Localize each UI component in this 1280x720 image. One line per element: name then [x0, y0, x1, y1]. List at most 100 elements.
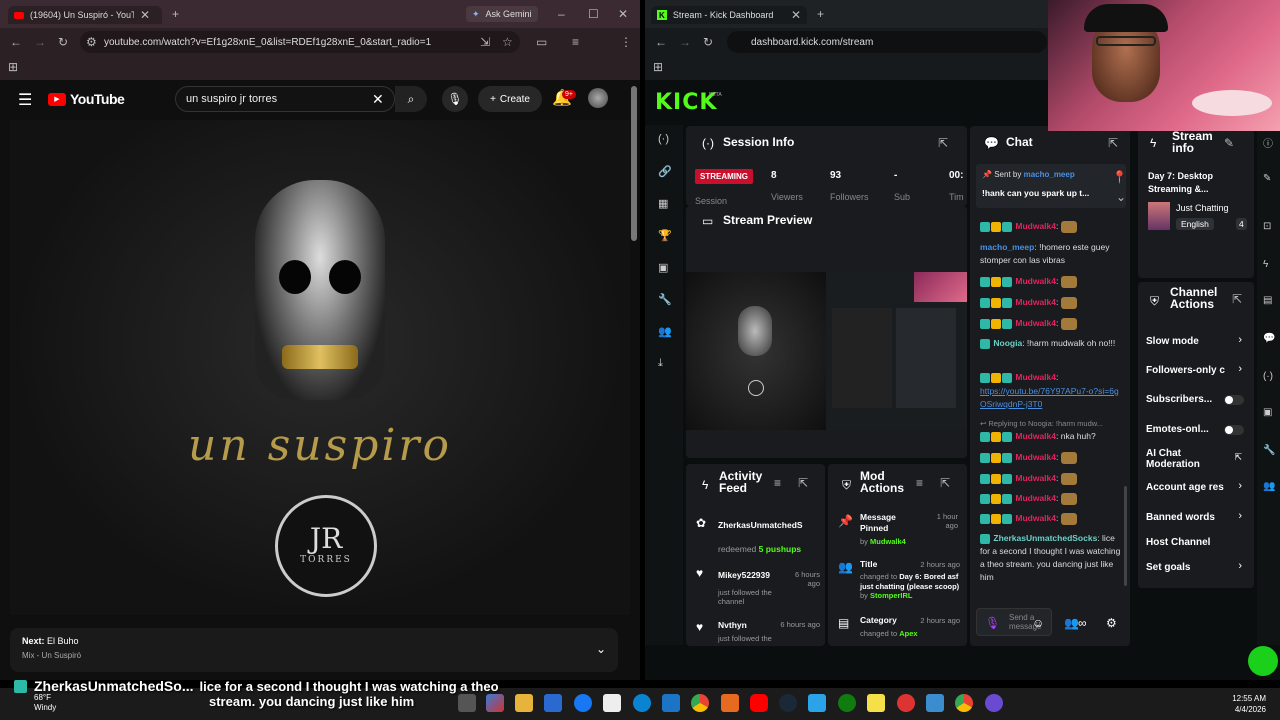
mod-item-by[interactable]: Mudwalk4	[870, 537, 906, 546]
feed-item-user[interactable]: Mikey522939	[718, 570, 770, 580]
video-icon[interactable]: ▣	[1263, 407, 1272, 418]
chevron-down-icon[interactable]: ⌄	[596, 642, 606, 656]
steam-icon[interactable]	[779, 694, 797, 712]
app-icon[interactable]	[926, 694, 944, 712]
chevron-down-icon[interactable]: ⌄	[1116, 190, 1126, 204]
microphone-icon[interactable]: 🎙	[985, 616, 1000, 630]
chat-message[interactable]: Mudwalk4:	[980, 472, 1125, 485]
wrench-icon[interactable]: 🔧	[658, 293, 672, 306]
forward-icon[interactable]: →	[34, 35, 46, 49]
yt-search-input[interactable]: un suspiro jr torres	[175, 86, 395, 112]
chat-message[interactable]: Mudwalk4:	[980, 275, 1125, 288]
wrench-icon[interactable]: 🔧	[1263, 445, 1275, 456]
filter-icon[interactable]: ≡	[916, 476, 923, 490]
apps-grid-icon[interactable]: ⊞	[8, 60, 18, 74]
users-icon[interactable]: 👥	[1263, 481, 1275, 492]
yt-browser-tab[interactable]: (19604) Un Suspiró - YouTube ✕	[8, 6, 162, 24]
close-window-icon[interactable]: ✕	[618, 7, 628, 21]
action-followers-only[interactable]: Followers-only c ›	[1138, 361, 1254, 381]
analytics-icon[interactable]: ▦	[658, 197, 668, 210]
kick-url-field[interactable]: dashboard.kick.com/stream	[727, 31, 1047, 53]
chat-message[interactable]: Mudwalk4: nka huh?	[980, 430, 1125, 443]
maximize-icon[interactable]: ☐	[588, 7, 599, 21]
action-slow-mode[interactable]: Slow mode ›	[1138, 332, 1254, 352]
xbox-icon[interactable]	[838, 694, 856, 712]
edit-pencil-icon[interactable]: ✎	[1224, 136, 1234, 150]
chat-bubble-icon[interactable]: 💬	[1263, 333, 1275, 344]
new-tab-icon[interactable]: +	[172, 7, 179, 21]
chat-message[interactable]: Noogia: !harm mudwalk oh no!!!	[980, 337, 1125, 350]
back-icon[interactable]: ←	[655, 35, 667, 49]
gear-icon[interactable]: ⚙	[1106, 616, 1117, 630]
chat-message[interactable]: ZherkasUnmatchedSocks: lice for a second…	[980, 532, 1125, 584]
app-icon[interactable]	[721, 694, 739, 712]
action-account-age[interactable]: Account age res ›	[1138, 478, 1254, 498]
kick-browser-tab[interactable]: K Stream - Kick Dashboard ✕	[651, 6, 807, 24]
video-icon[interactable]: ▣	[658, 261, 668, 274]
popout-icon[interactable]: ⇱	[938, 136, 948, 150]
app-icon[interactable]	[985, 694, 1003, 712]
youtube-logo[interactable]: ▶ YouTube	[48, 91, 125, 107]
browser-menu-icon[interactable]: ⋮	[620, 35, 632, 49]
link-icon[interactable]: 🔗	[658, 165, 672, 178]
action-ai-moderation[interactable]: AI Chat Moderation ⇱	[1138, 446, 1254, 472]
action-emotes-only[interactable]: Emotes-onl...	[1138, 420, 1254, 440]
popout-icon[interactable]: ⇱	[940, 476, 950, 490]
hamburger-menu-icon[interactable]: ☰	[18, 90, 32, 110]
chat-link-text[interactable]: https://youtu.be/76Y97APu7-o?si=6gOSriwq…	[980, 386, 1119, 409]
new-tab-icon[interactable]: +	[817, 7, 824, 21]
chat-message[interactable]: macho_meep: !homero este guey stomper co…	[980, 241, 1125, 267]
battle-net-icon[interactable]	[808, 694, 826, 712]
chrome-icon[interactable]	[691, 694, 709, 712]
close-tab-icon[interactable]: ✕	[791, 8, 801, 22]
create-button[interactable]: + Create	[478, 86, 542, 112]
close-tab-icon[interactable]: ✕	[140, 8, 150, 22]
action-banned-words[interactable]: Banned words ›	[1138, 508, 1254, 528]
ask-gemini-button[interactable]: ✦ Ask Gemini	[466, 6, 538, 22]
popout-icon[interactable]: ⇱	[1108, 136, 1118, 150]
site-info-icon[interactable]: ⚙	[86, 35, 97, 49]
calculator-icon[interactable]	[662, 694, 680, 712]
info-icon[interactable]: ⓘ	[1263, 135, 1273, 150]
popout-icon[interactable]: ⇱	[798, 476, 808, 490]
chat-message[interactable]: Mudwalk4:	[980, 296, 1125, 309]
clear-search-icon[interactable]: ✕	[372, 91, 384, 108]
tab-search-icon[interactable]: ▭	[536, 35, 547, 49]
broadcast-icon[interactable]: (·)	[1263, 371, 1273, 382]
voice-search-button[interactable]: 🎙	[442, 86, 468, 112]
action-set-goals[interactable]: Set goals ›	[1138, 558, 1254, 578]
users-icon[interactable]: 👥	[1064, 616, 1079, 630]
forward-icon[interactable]: →	[679, 35, 691, 49]
stream-preview-video[interactable]	[686, 272, 967, 430]
up-next-card[interactable]: Next: El Buho Mix - Un Suspiró ⌄	[10, 628, 618, 672]
document-icon[interactable]: ▤	[1263, 295, 1272, 306]
unpin-icon[interactable]: 📍	[1112, 170, 1127, 184]
filter-icon[interactable]: ≡	[774, 476, 781, 490]
pinned-message[interactable]: 📌 Sent by macho_meep !hank can you spark…	[976, 164, 1127, 208]
action-subscribers-only[interactable]: Subscribers...	[1138, 390, 1254, 410]
broadcast-icon[interactable]: (·)	[658, 133, 669, 145]
chat-message[interactable]: Mudwalk4:	[980, 317, 1125, 330]
green-action-button[interactable]	[1248, 646, 1278, 676]
emote-picker-icon[interactable]: ☺	[1032, 616, 1044, 630]
action-host-channel[interactable]: Host Channel	[1138, 533, 1254, 553]
chrome-icon[interactable]	[955, 694, 973, 712]
reload-icon[interactable]: ↻	[58, 35, 68, 49]
youtube-app-icon[interactable]	[750, 694, 768, 712]
chat-message[interactable]: Mudwalk4:	[980, 512, 1125, 525]
chat-scrollbar[interactable]	[1124, 486, 1127, 586]
crop-icon[interactable]: ⊡	[1263, 221, 1271, 232]
chat-message[interactable]: Mudwalk4:	[980, 220, 1125, 233]
minimize-icon[interactable]: –	[558, 7, 565, 21]
apps-grid-icon[interactable]: ⊞	[653, 60, 663, 74]
mod-item-by[interactable]: StomperIRL	[870, 591, 913, 600]
users-icon[interactable]: 👥	[658, 325, 672, 338]
edit-pencil-icon[interactable]: ✎	[1263, 173, 1271, 184]
feed-item-user[interactable]: Nvthyn	[718, 620, 747, 630]
bookmark-star-icon[interactable]: ☆	[502, 35, 513, 49]
download-icon[interactable]: ⤓	[658, 357, 663, 370]
notes-icon[interactable]	[867, 694, 885, 712]
back-icon[interactable]: ←	[10, 35, 22, 49]
infinity-icon[interactable]: ∞	[1078, 616, 1087, 630]
trophy-icon[interactable]: 🏆	[658, 229, 672, 242]
